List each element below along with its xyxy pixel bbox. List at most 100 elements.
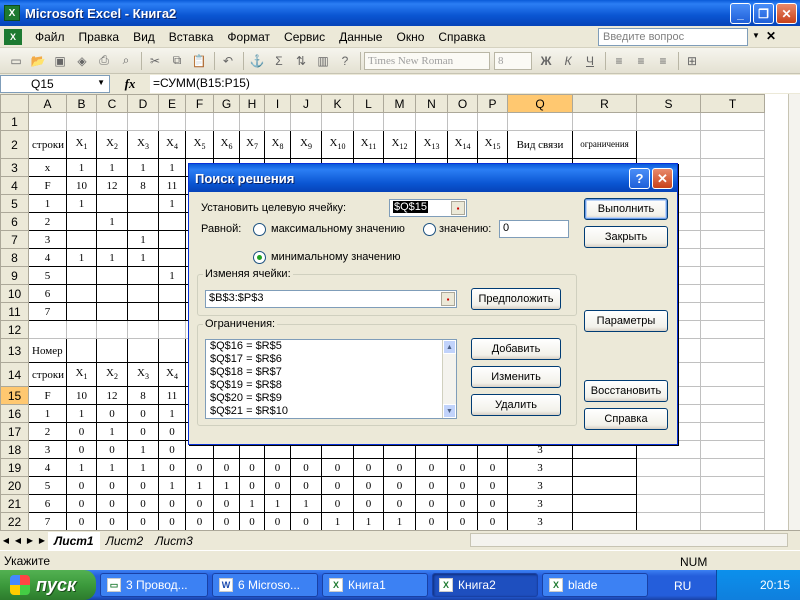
cell[interactable]: 0 (96, 476, 128, 495)
cell[interactable] (415, 112, 448, 131)
cell[interactable] (700, 112, 765, 131)
function-icon[interactable]: fx (110, 76, 150, 92)
cell[interactable]: 0 (239, 476, 265, 495)
add-button[interactable]: Добавить (471, 338, 561, 360)
cell[interactable]: 0 (185, 512, 214, 530)
list-scrollbar[interactable]: ▲ ▼ (442, 340, 456, 418)
cell[interactable]: X6 (213, 130, 240, 159)
collapse-dialog-icon[interactable]: ▪ (451, 201, 465, 215)
scroll-up-icon[interactable]: ▲ (443, 340, 456, 354)
task-explorer[interactable]: ▭ 3 Провод... (100, 573, 208, 597)
cell[interactable]: X5 (185, 130, 214, 159)
cell[interactable]: 0 (415, 476, 448, 495)
row-header[interactable]: 16 (0, 404, 29, 423)
cell[interactable]: 0 (127, 476, 159, 495)
cell[interactable] (507, 112, 573, 131)
cell[interactable] (66, 266, 97, 285)
cell[interactable]: строки (28, 130, 67, 159)
cell[interactable]: 1 (96, 158, 128, 177)
cell[interactable]: 0 (477, 458, 508, 477)
cell[interactable] (127, 284, 159, 303)
row-header[interactable]: 9 (0, 266, 29, 285)
copy-icon[interactable]: ⧉ (167, 51, 187, 71)
cell[interactable]: 0 (321, 458, 354, 477)
cell[interactable] (700, 158, 765, 177)
cell[interactable]: 1 (127, 158, 159, 177)
menu-edit[interactable]: Правка (72, 30, 127, 44)
underline-icon[interactable]: Ч (580, 51, 600, 71)
solve-button[interactable]: Выполнить (584, 198, 668, 220)
column-header[interactable]: B (66, 94, 97, 113)
cell[interactable]: 7 (28, 302, 67, 321)
cell[interactable]: 0 (353, 494, 384, 513)
cell[interactable] (700, 476, 765, 495)
cell[interactable] (636, 476, 701, 495)
cell[interactable] (383, 112, 416, 131)
cell[interactable]: 7 (28, 512, 67, 530)
cell[interactable] (66, 112, 97, 131)
row-header[interactable]: 10 (0, 284, 29, 303)
cell[interactable]: X12 (383, 130, 416, 159)
options-button[interactable]: Параметры (584, 310, 668, 332)
row-header[interactable]: 3 (0, 158, 29, 177)
cell[interactable]: 0 (158, 440, 186, 459)
cell[interactable]: X15 (477, 130, 508, 159)
row-header[interactable]: 20 (0, 476, 29, 495)
cell[interactable]: 0 (127, 404, 159, 423)
cell[interactable] (239, 112, 265, 131)
cell[interactable] (700, 320, 765, 339)
row-header[interactable]: 5 (0, 194, 29, 213)
paste-icon[interactable]: 📋 (189, 51, 209, 71)
cell[interactable] (158, 338, 186, 363)
cell[interactable]: 3 (28, 440, 67, 459)
column-header[interactable]: F (185, 94, 214, 113)
start-button[interactable]: пуск (0, 570, 96, 600)
cell[interactable]: 1 (66, 458, 97, 477)
row-header[interactable]: 11 (0, 302, 29, 321)
dialog-close-icon[interactable]: ✕ (652, 168, 673, 189)
column-header[interactable]: L (353, 94, 384, 113)
cell[interactable]: 0 (447, 458, 478, 477)
cell[interactable]: 0 (321, 476, 354, 495)
row-header[interactable]: 14 (0, 362, 29, 387)
row-header[interactable]: 12 (0, 320, 29, 339)
cell[interactable] (158, 112, 186, 131)
row-header[interactable]: 2 (0, 130, 29, 159)
row-header[interactable]: 17 (0, 422, 29, 441)
cell[interactable] (700, 458, 765, 477)
cell[interactable] (700, 302, 765, 321)
cell[interactable] (66, 284, 97, 303)
column-header[interactable]: P (477, 94, 508, 113)
cell[interactable] (28, 320, 67, 339)
cell[interactable]: 0 (213, 494, 240, 513)
list-item[interactable]: $Q$18 = $R$7 (206, 366, 456, 379)
cell[interactable]: 1 (127, 440, 159, 459)
cell[interactable] (158, 302, 186, 321)
cell[interactable]: 1 (321, 512, 354, 530)
cell[interactable]: 0 (239, 512, 265, 530)
cell[interactable]: 1 (66, 194, 97, 213)
cell[interactable]: 0 (96, 512, 128, 530)
menu-file[interactable]: Файл (28, 30, 72, 44)
delete-button[interactable]: Удалить (471, 394, 561, 416)
cut-icon[interactable]: ✂ (145, 51, 165, 71)
column-header[interactable]: A (28, 94, 67, 113)
cell[interactable]: X3 (127, 130, 159, 159)
cell[interactable] (127, 212, 159, 231)
cell[interactable]: 0 (321, 494, 354, 513)
cell[interactable]: 0 (264, 476, 291, 495)
sort-icon[interactable]: ⇅ (291, 51, 311, 71)
cell[interactable] (636, 130, 701, 159)
next-sheet-icon[interactable]: ▶ (24, 536, 36, 545)
task-blade[interactable]: Xblade (542, 573, 648, 597)
cell[interactable]: 5 (28, 266, 67, 285)
row-header[interactable]: 15 (0, 386, 29, 405)
cell[interactable]: X9 (290, 130, 322, 159)
cell[interactable]: 0 (158, 494, 186, 513)
column-header[interactable]: R (572, 94, 637, 113)
menu-help[interactable]: Справка (431, 30, 492, 44)
row-header[interactable]: 21 (0, 494, 29, 513)
cell[interactable]: 1 (127, 248, 159, 267)
cell[interactable] (158, 212, 186, 231)
column-header[interactable]: T (700, 94, 765, 113)
